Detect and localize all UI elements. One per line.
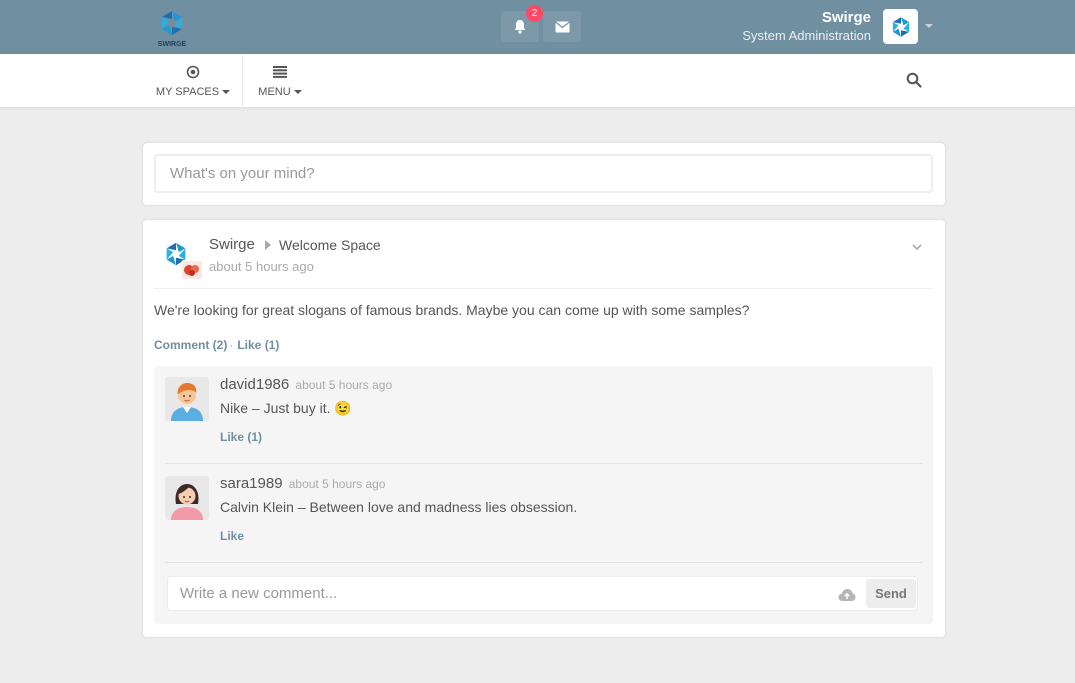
male-user-avatar-icon — [165, 377, 209, 421]
wink-emoji: 😉 — [334, 400, 352, 416]
space-avatar[interactable] — [181, 260, 203, 280]
search-button[interactable] — [906, 72, 926, 92]
user-avatar[interactable] — [883, 9, 918, 44]
action-separator: · — [229, 338, 234, 352]
my-spaces-menu[interactable]: MY SPACES — [152, 54, 234, 108]
top-bar: SWIRGE 2 Swirge System Administration — [0, 0, 1075, 54]
post-actions: Comment (2) · Like (1) — [154, 338, 279, 352]
caret-down-icon — [293, 90, 302, 95]
space-logo-icon — [182, 261, 202, 279]
upload-button[interactable] — [838, 587, 856, 601]
new-comment-input[interactable]: Write a new comment... — [180, 585, 337, 602]
comment-divider — [165, 562, 922, 563]
chevron-down-icon — [912, 244, 922, 251]
whats-on-your-mind-input[interactable]: What's on your mind? — [154, 154, 933, 193]
main-menu[interactable]: MENU — [252, 54, 308, 108]
post-options-button[interactable] — [911, 238, 923, 251]
logo-text: SWIRGE — [157, 41, 187, 48]
post-divider — [154, 288, 933, 289]
share-panel: What's on your mind? — [143, 143, 945, 205]
comment-timestamp[interactable]: about 5 hours ago — [295, 378, 392, 392]
list-icon — [273, 66, 287, 78]
post-panel: Swirge Welcome Space about 5 hours ago W… — [143, 220, 945, 637]
send-comment-button[interactable]: Send — [866, 579, 916, 608]
caret-down-icon — [222, 90, 231, 95]
comment-timestamp[interactable]: about 5 hours ago — [289, 477, 386, 491]
female-user-avatar-icon — [165, 476, 209, 520]
like-link[interactable]: Like (1) — [237, 338, 279, 352]
menu-label: MENU — [258, 86, 291, 98]
my-spaces-label: MY SPACES — [155, 86, 220, 98]
comment-content: Calvin Klein – Between love and madness … — [220, 499, 578, 515]
post-content: We're looking for great slogans of famou… — [154, 302, 750, 318]
post-timestamp[interactable]: about 5 hours ago — [209, 259, 314, 274]
notification-count-badge: 2 — [526, 5, 543, 22]
user-menu-caret-icon[interactable] — [925, 24, 933, 28]
bell-icon — [514, 20, 526, 34]
comment-avatar-david1986[interactable] — [165, 377, 209, 421]
comment-avatar-sara1989[interactable] — [165, 476, 209, 520]
comment-divider — [165, 463, 922, 464]
post-author-link[interactable]: Swirge — [209, 236, 255, 253]
comment-author-link[interactable]: sara1989 — [220, 475, 283, 492]
nav-bar: MY SPACES MENU — [0, 54, 1075, 108]
comment-like-link[interactable]: Like (1) — [220, 430, 262, 444]
comment-link[interactable]: Comment (2) — [154, 338, 227, 352]
post-space-link[interactable]: Welcome Space — [279, 237, 381, 253]
swirge-logo-icon — [162, 11, 182, 35]
envelope-icon — [554, 20, 570, 32]
comment-content: Nike – Just buy it. — [220, 400, 331, 416]
messages-button[interactable] — [543, 11, 581, 42]
comments-section: david1986 about 5 hours ago Nike – Just … — [154, 366, 933, 624]
comment-like-link[interactable]: Like — [220, 529, 244, 543]
new-comment-form: Write a new comment... Send — [167, 576, 918, 611]
nav-divider — [242, 54, 243, 108]
swirge-logo[interactable]: SWIRGE — [156, 8, 188, 48]
dot-circle-icon — [186, 65, 200, 79]
notifications-button[interactable]: 2 — [501, 5, 543, 42]
comment-author-link[interactable]: david1986 — [220, 376, 289, 393]
caret-right-icon — [265, 240, 271, 250]
user-role: System Administration — [742, 28, 871, 43]
search-icon — [906, 72, 922, 88]
user-name[interactable]: Swirge — [822, 9, 871, 26]
cloud-upload-icon — [838, 589, 856, 601]
swirge-avatar-icon — [892, 16, 909, 37]
